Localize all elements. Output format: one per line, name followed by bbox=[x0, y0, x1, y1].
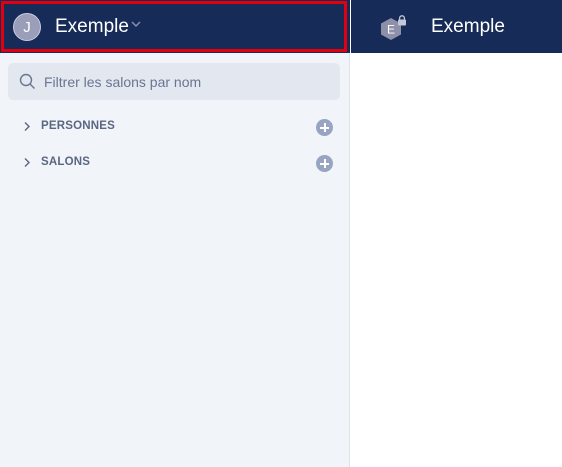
room-view: E Exemple bbox=[351, 0, 562, 467]
room-avatar-icon[interactable]: E bbox=[379, 15, 407, 43]
section-rooms-label: SALONS bbox=[41, 156, 91, 168]
add-room-button[interactable] bbox=[316, 155, 333, 172]
room-header: E Exemple bbox=[351, 0, 562, 53]
add-person-button[interactable] bbox=[316, 119, 333, 136]
chevron-down-icon bbox=[131, 21, 141, 27]
section-people-label: PERSONNES bbox=[41, 120, 116, 132]
account-name: Exemple bbox=[55, 16, 129, 37]
user-avatar: J bbox=[13, 13, 41, 41]
chevron-right-icon[interactable] bbox=[23, 157, 31, 168]
search-icon bbox=[19, 73, 35, 89]
room-avatar-letter: E bbox=[387, 23, 395, 37]
selection-highlight bbox=[1, 1, 347, 52]
user-avatar-letter: J bbox=[23, 18, 31, 36]
search-input[interactable] bbox=[44, 63, 334, 100]
section-people[interactable]: PERSONNES bbox=[0, 115, 350, 139]
account-menu-button[interactable]: J Exemple bbox=[0, 0, 350, 53]
chevron-right-icon[interactable] bbox=[23, 121, 31, 132]
section-rooms[interactable]: SALONS bbox=[0, 151, 350, 175]
room-title: Exemple bbox=[431, 16, 505, 37]
left-panel: J Exemple PERSONNES SALONS bbox=[0, 0, 350, 467]
room-filter[interactable] bbox=[8, 63, 340, 100]
